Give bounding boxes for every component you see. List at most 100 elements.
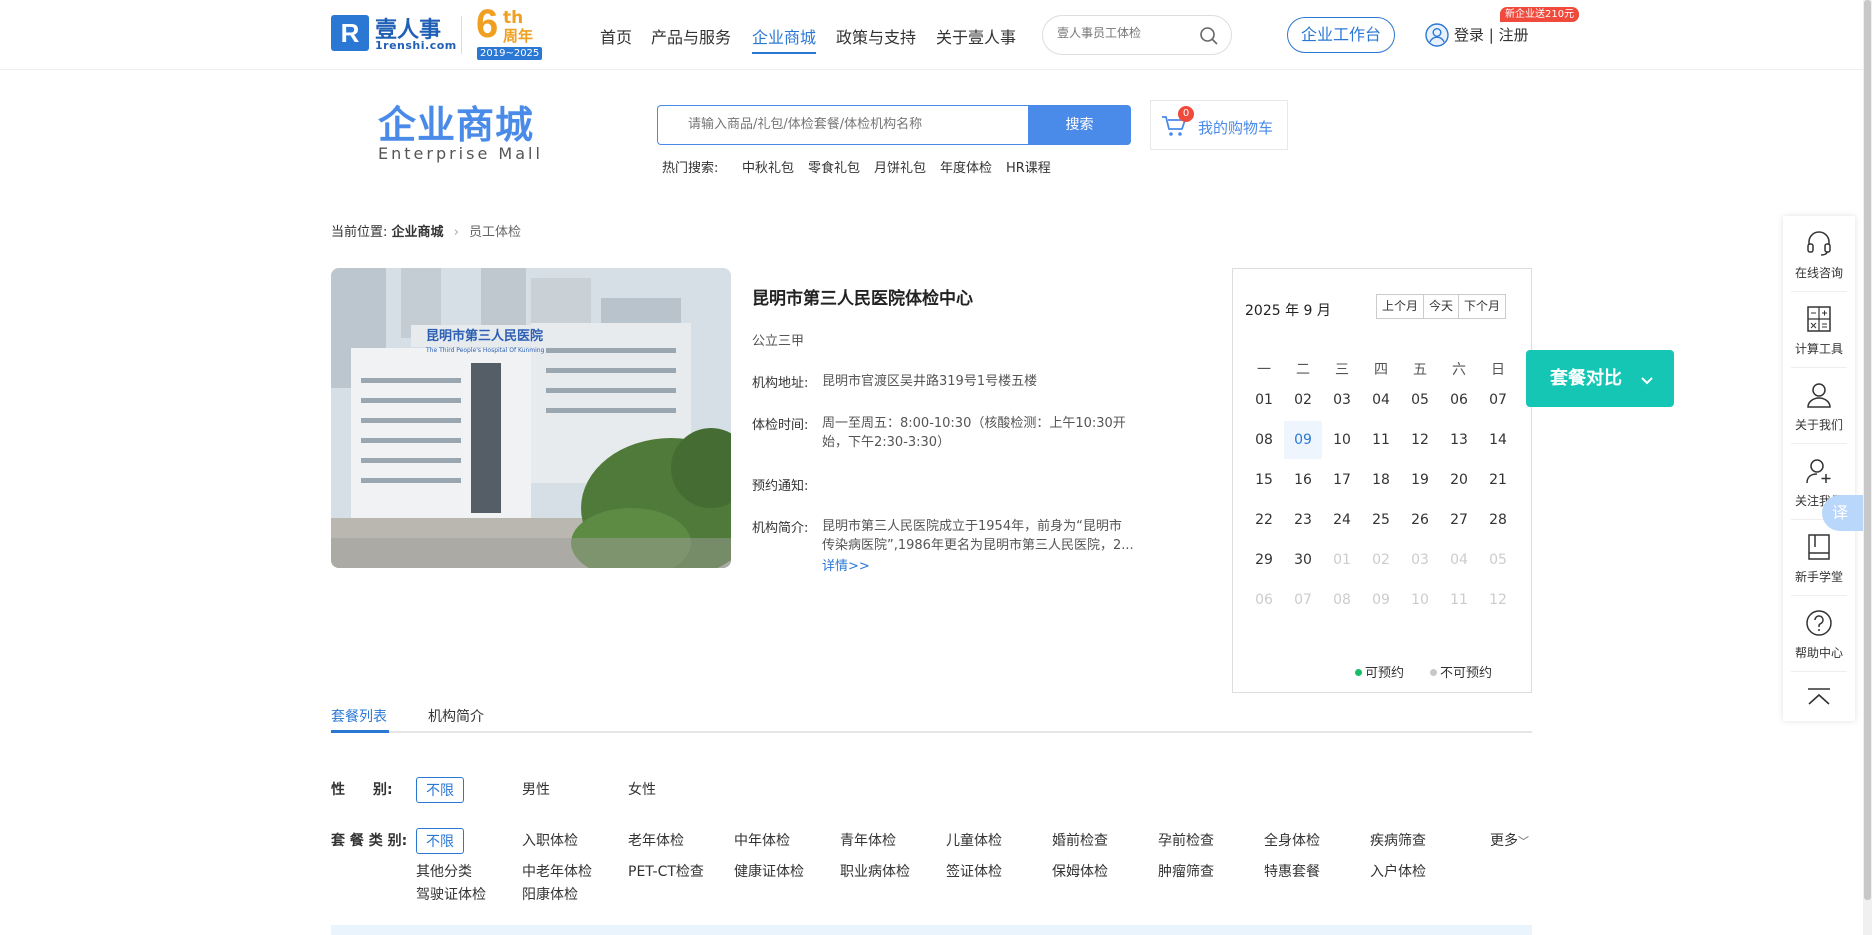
photo-sign-zh: 昆明市第三人民医院: [426, 328, 543, 344]
gender-option[interactable]: 女性: [628, 779, 656, 799]
calendar-day[interactable]: 23: [1284, 501, 1322, 539]
calculator-icon: [1807, 306, 1831, 332]
calendar-day[interactable]: 21: [1479, 461, 1517, 499]
calendar-day[interactable]: 28: [1479, 501, 1517, 539]
category-option[interactable]: 健康证体检: [734, 861, 804, 881]
sidebar-online-consult[interactable]: 在线咨询: [1783, 228, 1855, 281]
category-option[interactable]: PET-CT检查: [628, 861, 704, 881]
category-option[interactable]: 其他分类: [416, 861, 472, 881]
calendar-day[interactable]: 06: [1440, 381, 1478, 419]
hot-search-item[interactable]: 月饼礼包: [874, 157, 926, 176]
hot-search-item[interactable]: HR课程: [1006, 157, 1051, 176]
calendar-day[interactable]: 16: [1284, 461, 1322, 499]
calendar-day[interactable]: 01: [1245, 381, 1283, 419]
sidebar-about-us[interactable]: 关于我们: [1783, 380, 1855, 433]
intro-more-link[interactable]: 详情>>: [822, 555, 870, 574]
sidebar-calc-tools[interactable]: 计算工具: [1783, 304, 1855, 357]
calendar-day[interactable]: 08: [1245, 421, 1283, 459]
calendar-day[interactable]: 07: [1479, 381, 1517, 419]
calendar-day[interactable]: 10: [1323, 421, 1361, 459]
prev-month-button[interactable]: 上个月: [1377, 295, 1425, 318]
logo-icon[interactable]: R: [331, 15, 369, 51]
calendar-weekday: 三: [1335, 362, 1349, 378]
top-search-input[interactable]: [1057, 26, 1197, 40]
calendar-day[interactable]: 14: [1479, 421, 1517, 459]
sidebar-beginner-school[interactable]: 新手学堂: [1783, 532, 1855, 585]
calendar-weekday: 四: [1374, 362, 1388, 378]
calendar-day[interactable]: 02: [1284, 381, 1322, 419]
cart-button[interactable]: 0 我的购物车: [1150, 100, 1288, 150]
nav-about[interactable]: 关于壹人事: [936, 24, 1016, 48]
tab-org-intro[interactable]: 机构简介: [428, 706, 484, 726]
calendar-day[interactable]: 09: [1284, 421, 1322, 459]
back-to-top-button[interactable]: [1783, 686, 1855, 714]
category-option[interactable]: 肿瘤筛查: [1158, 861, 1214, 881]
calendar-day[interactable]: 27: [1440, 501, 1478, 539]
calendar-day[interactable]: 18: [1362, 461, 1400, 499]
next-month-button[interactable]: 下个月: [1459, 295, 1505, 318]
calendar-day[interactable]: 30: [1284, 541, 1322, 579]
category-option[interactable]: 老年体检: [628, 830, 684, 850]
logo-domain: 1renshi.com: [375, 39, 457, 52]
category-option[interactable]: 保姆体检: [1052, 861, 1108, 881]
search-icon[interactable]: [1199, 26, 1219, 50]
category-option[interactable]: 职业病体检: [840, 861, 910, 881]
calendar-day[interactable]: 20: [1440, 461, 1478, 499]
user-icon[interactable]: [1425, 23, 1449, 51]
nav-products[interactable]: 产品与服务: [651, 24, 731, 48]
calendar-day[interactable]: 24: [1323, 501, 1361, 539]
category-option[interactable]: 儿童体检: [946, 830, 1002, 850]
category-option[interactable]: 疾病筛查: [1370, 830, 1426, 850]
photo-sign-en: The Third People's Hospital Of Kunming: [425, 347, 545, 354]
category-option[interactable]: 特惠套餐: [1264, 861, 1320, 881]
calendar-day[interactable]: 19: [1401, 461, 1439, 499]
category-option[interactable]: 入职体检: [522, 830, 578, 850]
calendar-day[interactable]: 05: [1401, 381, 1439, 419]
nav-mall[interactable]: 企业商城: [752, 24, 817, 54]
calendar-day[interactable]: 29: [1245, 541, 1283, 579]
calendar-day[interactable]: 03: [1323, 381, 1361, 419]
translate-button[interactable]: 译: [1822, 495, 1864, 531]
category-option[interactable]: 中年体检: [734, 830, 790, 850]
category-option[interactable]: 驾驶证体检: [416, 884, 486, 904]
calendar-day[interactable]: 22: [1245, 501, 1283, 539]
nav-home[interactable]: 首页: [600, 24, 632, 48]
calendar-day[interactable]: 25: [1362, 501, 1400, 539]
category-option[interactable]: 签证体检: [946, 861, 1002, 881]
mall-search-button[interactable]: 搜索: [1028, 105, 1131, 145]
category-option[interactable]: 婚前检查: [1052, 830, 1108, 850]
breadcrumb-parent[interactable]: 企业商城: [392, 225, 444, 240]
calendar-day[interactable]: 04: [1362, 381, 1400, 419]
gender-option[interactable]: 男性: [522, 779, 550, 799]
hot-search-item[interactable]: 中秋礼包: [742, 157, 794, 176]
today-button[interactable]: 今天: [1424, 295, 1460, 318]
category-option[interactable]: 阳康体检: [522, 884, 578, 904]
package-compare-button[interactable]: 套餐对比: [1526, 350, 1674, 407]
calendar-day[interactable]: 17: [1323, 461, 1361, 499]
category-option[interactable]: 全身体检: [1264, 830, 1320, 850]
tab-package-list[interactable]: 套餐列表: [331, 706, 387, 726]
category-option[interactable]: 青年体检: [840, 830, 896, 850]
calendar-day: 02: [1372, 552, 1390, 568]
calendar-day[interactable]: 13: [1440, 421, 1478, 459]
nav-policy[interactable]: 政策与支持: [836, 24, 916, 48]
category-option[interactable]: 不限: [416, 828, 464, 854]
hot-search-item[interactable]: 年度体检: [940, 157, 992, 176]
gender-option[interactable]: 不限: [416, 777, 464, 803]
login-register-link[interactable]: 登录 | 注册: [1454, 24, 1529, 45]
calendar-day[interactable]: 26: [1401, 501, 1439, 539]
calendar-day[interactable]: 15: [1245, 461, 1283, 499]
sidebar-help-center[interactable]: 帮助中心: [1783, 608, 1855, 661]
mall-search-input[interactable]: [688, 117, 1008, 132]
category-more-button[interactable]: 更多﹀: [1490, 830, 1529, 850]
calendar-day[interactable]: 11: [1362, 421, 1400, 459]
hot-search-item[interactable]: 零食礼包: [808, 157, 860, 176]
calendar-day[interactable]: 12: [1401, 421, 1439, 459]
category-option[interactable]: 中老年体检: [522, 861, 592, 881]
scrollbar-thumb[interactable]: [1864, 0, 1871, 900]
hospital-photo: 昆明市第三人民医院 The Third People's Hospital Of…: [331, 268, 731, 568]
category-option[interactable]: 孕前检查: [1158, 830, 1214, 850]
page-scrollbar[interactable]: [1863, 0, 1872, 935]
workbench-button[interactable]: 企业工作台: [1287, 17, 1395, 53]
category-option[interactable]: 入户体检: [1370, 861, 1426, 881]
